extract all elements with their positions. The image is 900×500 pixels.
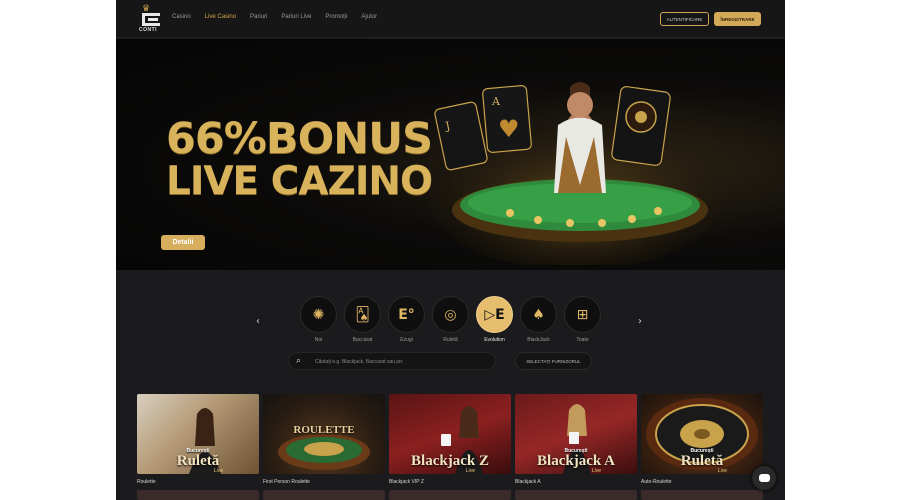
- chat-button[interactable]: [752, 466, 776, 490]
- live-tag: Live: [591, 468, 601, 474]
- hero-headline: 66%BONUS: [166, 114, 433, 164]
- game-thumbnail[interactable]: București Blackjack A Live: [515, 394, 637, 474]
- category-noi[interactable]: ✺ Noi: [300, 296, 337, 343]
- cards-icon: 🂡: [344, 296, 381, 333]
- game-thumbnail[interactable]: [389, 490, 511, 500]
- game-title: ROULETTE: [293, 424, 355, 436]
- brand-name: CONTI: [139, 27, 158, 33]
- game-title: Ruletă: [176, 453, 220, 469]
- category-label: BlackJack: [527, 337, 550, 343]
- ezugi-logo-icon: E°: [388, 296, 425, 333]
- conti-logo[interactable]: ♛ CONTI: [138, 5, 164, 33]
- category-carousel: ✺ Noi 🂡 Baccarat E° Ezugi ◎ Ruletă ▷E Ev…: [300, 296, 601, 343]
- details-button[interactable]: Detalii: [161, 235, 205, 250]
- game-card[interactable]: București Ruletă Live Roulette: [137, 394, 259, 485]
- category-baccarat[interactable]: 🂡 Baccarat: [344, 296, 381, 343]
- category-label: Toate: [576, 337, 589, 343]
- game-name[interactable]: Roulette: [137, 479, 259, 485]
- svg-text:A: A: [491, 95, 501, 108]
- game-title: Ruletă: [680, 453, 724, 469]
- game-thumbnail[interactable]: [515, 490, 637, 500]
- chat-bubble-icon: [758, 469, 770, 482]
- game-thumbnail[interactable]: București Ruletă Live: [641, 394, 763, 474]
- search-input[interactable]: [315, 355, 490, 368]
- logo-mark: [142, 13, 160, 26]
- game-thumbnail[interactable]: [263, 490, 385, 500]
- category-label: Ruletă: [443, 337, 458, 343]
- game-title: Blackjack Z: [411, 453, 489, 469]
- game-card[interactable]: București Blackjack A Live Blackjack A: [515, 394, 637, 485]
- game-thumbnail[interactable]: ROULETTE: [263, 394, 385, 474]
- svg-text:♥: ♥: [498, 115, 520, 143]
- game-thumbnail[interactable]: București Ruletă Live: [137, 394, 259, 474]
- roulette-icon: ◎: [432, 296, 469, 333]
- live-tag: Live: [717, 468, 727, 474]
- nav-item-pariuri-live[interactable]: Pariuri Live: [281, 14, 311, 20]
- category-label: Ezugi: [400, 337, 413, 343]
- category-ruleta[interactable]: ◎ Ruletă: [432, 296, 469, 343]
- game-grid-row-2: [137, 490, 763, 500]
- register-button[interactable]: ÎNREGISTRARE: [714, 12, 761, 26]
- game-title: Blackjack A: [537, 453, 615, 469]
- main-nav: Casino Live Casino Pariuri Pariuri Live …: [172, 14, 377, 20]
- game-card[interactable]: ROULETTE First Person Roulette: [263, 394, 385, 485]
- provider-select[interactable]: SELECTAȚI FURNIZORUL: [515, 352, 592, 370]
- game-thumbnail[interactable]: [137, 490, 259, 500]
- grid-icon: ⊞: [564, 296, 601, 333]
- category-label: Baccarat: [352, 337, 373, 343]
- game-grid: București Ruletă Live Roulette ROULETTE …: [137, 394, 763, 485]
- category-evolution[interactable]: ▷E Evolution: [476, 296, 513, 343]
- category-label: Noi: [314, 337, 323, 343]
- game-name[interactable]: Auto-Roulette: [641, 479, 763, 485]
- nav-item-ajutor[interactable]: Ajutor: [361, 14, 377, 20]
- nav-item-pariuri[interactable]: Pariuri: [250, 14, 267, 20]
- blackjack-icon: ♠: [520, 296, 557, 333]
- hero-banner: 66%BONUS LIVE CAZINO Detalii J A ♥: [116, 39, 785, 270]
- category-blackjack[interactable]: ♠ BlackJack: [520, 296, 557, 343]
- category-ezugi[interactable]: E° Ezugi: [388, 296, 425, 343]
- nav-item-casino[interactable]: Casino: [172, 14, 191, 20]
- category-label: Evolution: [484, 337, 505, 343]
- category-toate[interactable]: ⊞ Toate: [564, 296, 601, 343]
- dealer-table-illustration: J A ♥: [430, 82, 720, 265]
- live-tag: Live: [213, 468, 223, 474]
- hero-subheadline: LIVE CAZINO: [166, 159, 433, 204]
- game-thumbnail[interactable]: [641, 490, 763, 500]
- game-name[interactable]: Blackjack VIP Z: [389, 479, 511, 485]
- login-button[interactable]: AUTENTIFICARE: [660, 12, 709, 26]
- search-icon: ⌕: [296, 356, 302, 366]
- evolution-logo-icon: ▷E: [476, 296, 513, 333]
- game-search: ⌕: [288, 352, 496, 370]
- game-name[interactable]: First Person Roulette: [263, 479, 385, 485]
- chevron-left-icon[interactable]: ‹: [256, 316, 260, 327]
- nav-item-promotii[interactable]: Promoții: [325, 14, 347, 20]
- chevron-right-icon[interactable]: ›: [638, 316, 642, 327]
- nav-item-live-casino[interactable]: Live Casino: [205, 14, 236, 20]
- game-card[interactable]: Blackjack Z Live Blackjack VIP Z: [389, 394, 511, 485]
- header: ♛ CONTI Casino Live Casino Pariuri Pariu…: [116, 0, 785, 38]
- game-thumbnail[interactable]: Blackjack Z Live: [389, 394, 511, 474]
- game-name[interactable]: Blackjack A: [515, 479, 637, 485]
- game-card[interactable]: București Ruletă Live Auto-Roulette: [641, 394, 763, 485]
- page: ♛ CONTI Casino Live Casino Pariuri Pariu…: [116, 0, 785, 500]
- sun-chip-icon: ✺: [300, 296, 337, 333]
- live-tag: Live: [465, 468, 475, 474]
